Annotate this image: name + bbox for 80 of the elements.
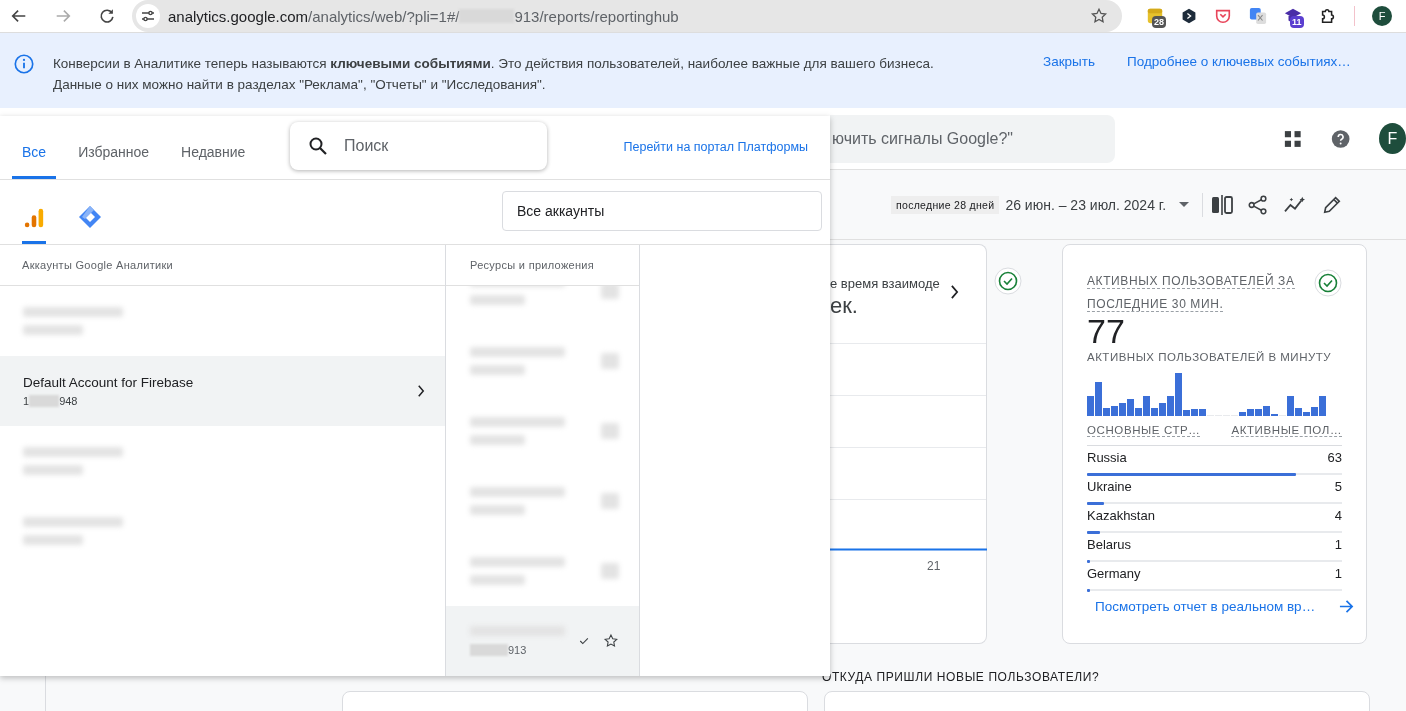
account-id: 1 948	[23, 395, 79, 407]
back-icon[interactable]	[10, 7, 28, 25]
learn-more-link[interactable]: Подробнее о ключевых событиях…	[1127, 54, 1351, 69]
puzzle-icon[interactable]	[1319, 7, 1337, 25]
picker-tab[interactable]: Избранное	[68, 144, 160, 179]
site-settings-icon[interactable]	[136, 4, 160, 28]
blurred-icon	[601, 423, 619, 439]
account-avatar[interactable]: F	[1378, 123, 1406, 154]
column-header[interactable]: АКТИВНЫЕ ПОЛ…	[1231, 424, 1342, 437]
country-name: Germany	[1087, 566, 1141, 581]
user-count: 1	[1334, 566, 1342, 581]
blurred-text	[470, 295, 525, 305]
column-heading: Аккаунты Google Аналитики	[0, 245, 445, 286]
address-bar[interactable]: analytics.google.com/analytics/web/?pli=1#/ 913/reports/reportinghub	[132, 0, 1122, 32]
compare-icon[interactable]	[1211, 193, 1234, 216]
search-icon	[308, 136, 328, 156]
property-id: 913	[470, 644, 565, 656]
search-field[interactable]: Поиск	[290, 122, 547, 170]
country-name: Ukraine	[1087, 479, 1132, 494]
column-header[interactable]: ОСНОВНЫЕ СТР…	[1087, 424, 1201, 437]
account-item[interactable]: Default Account for Firebase 1 948	[0, 356, 445, 426]
range-chip: последние 28 дней	[891, 195, 1000, 214]
blurred-text	[23, 325, 83, 335]
date-range[interactable]: 26 июн. – 23 июл. 2024 г.	[1005, 196, 1167, 213]
blurred-text	[23, 535, 83, 545]
search-field[interactable]: ючить сигналы Google?"	[830, 114, 1115, 163]
metric-value: ек.	[830, 293, 859, 319]
blurred-icon	[601, 563, 619, 579]
bar-chart-icon	[23, 207, 45, 229]
profile-avatar[interactable]: F	[1372, 6, 1392, 26]
chart-title: АКТИВНЫХ ПОЛЬЗОВАТЕЛЕЙ В МИНУТУ	[1087, 351, 1333, 363]
close-link[interactable]: Закрыть	[1043, 54, 1095, 69]
property-item[interactable]: 913	[446, 606, 639, 676]
portal-link[interactable]: Перейти на портал Платформы	[623, 140, 808, 154]
caret-icon[interactable]	[1179, 201, 1190, 208]
user-count: 5	[1334, 479, 1342, 494]
user-count: 4	[1334, 508, 1342, 523]
blurred-text	[470, 575, 525, 585]
info-icon	[13, 53, 35, 75]
reload-icon[interactable]	[98, 7, 116, 25]
bookmark-star-icon[interactable]	[1090, 7, 1108, 25]
apps-grid-icon[interactable]	[1284, 128, 1302, 149]
metric-value: 77	[1087, 313, 1126, 349]
help-icon[interactable]	[1330, 127, 1350, 150]
translate-icon[interactable]	[1249, 7, 1267, 25]
realtime-report-link[interactable]: Посмотреть отчет в реальном вр…	[1095, 599, 1316, 614]
blurred-text	[470, 505, 525, 515]
share-icon[interactable]	[1248, 194, 1269, 215]
account-name: Default Account for Firebase	[23, 375, 195, 390]
count-badge: 28	[1152, 16, 1166, 28]
count-badge: 11	[1290, 16, 1304, 28]
banner-text: Конверсии в Аналитике теперь называются ключевыми событиями. Это действия пользователей, наиболее важные для вашего бизнеса.	[53, 55, 935, 73]
user-count: 63	[1327, 450, 1342, 465]
card-title[interactable]: ПОСЛЕДНИЕ 30 МИН.	[1087, 297, 1224, 312]
pocket-icon[interactable]	[1214, 7, 1232, 25]
chevron-right-icon[interactable]	[949, 285, 959, 299]
blurred-icon	[601, 353, 619, 369]
pencil-icon[interactable]	[1322, 194, 1343, 215]
blurred-icon	[601, 286, 619, 299]
account-filter-dropdown[interactable]: Все аккаунты	[502, 191, 822, 231]
country-name: Belarus	[1087, 537, 1132, 552]
insights-icon[interactable]	[1283, 194, 1308, 215]
chevron-right-icon	[417, 385, 425, 397]
card-title[interactable]: АКТИВНЫХ ПОЛЬЗОВАТЕЛЕЙ ЗА	[1087, 274, 1295, 289]
axis-label: 21	[927, 559, 941, 573]
blurred-text	[470, 435, 525, 445]
diamond-icon	[78, 205, 102, 229]
blurred-text	[470, 365, 525, 375]
blurred-icon	[601, 493, 619, 509]
blurred-text	[23, 465, 83, 475]
picker-tab[interactable]: Все	[12, 144, 57, 179]
user-count: 1	[1334, 537, 1342, 552]
arrow-right-icon[interactable]	[1339, 599, 1354, 614]
country-name: Kazakhstan	[1087, 508, 1155, 523]
banner-text: Данные о них можно найти в разделах "Реклама", "Отчеты" и "Исследования".	[53, 76, 547, 94]
hexagon-icon[interactable]	[1181, 8, 1197, 24]
country-name: Russia	[1087, 450, 1127, 465]
metric-title: е время взаимоде	[830, 275, 940, 291]
product-tab[interactable]	[22, 207, 46, 244]
picker-tab[interactable]: Недавние	[171, 144, 256, 179]
